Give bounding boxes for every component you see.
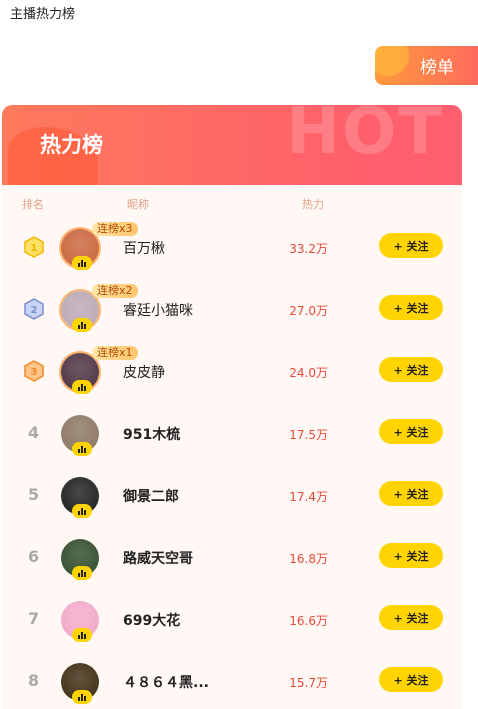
col-nickname: 昵称 bbox=[127, 198, 149, 211]
ranking-row: 2 连榜x2 睿廷小猫咪 27.0万 + 关注 bbox=[2, 281, 462, 343]
heat-value: 16.8万 bbox=[289, 552, 328, 566]
streamer-name: 699大花 bbox=[123, 613, 181, 629]
heat-value: 17.4万 bbox=[289, 490, 328, 504]
streamer-name: 路威天空哥 bbox=[123, 551, 193, 567]
live-bars-icon bbox=[72, 380, 92, 394]
live-bars-icon bbox=[72, 504, 92, 518]
hot-watermark: HOT bbox=[286, 105, 444, 169]
heat-value: 15.7万 bbox=[289, 676, 328, 690]
leaderboard-button[interactable]: 榜单 bbox=[375, 46, 478, 85]
column-headers: 排名 昵称 热力 bbox=[2, 185, 462, 219]
col-rank: 排名 bbox=[22, 198, 44, 211]
follow-button[interactable]: + 关注 bbox=[379, 419, 443, 444]
streamer-name: 皮皮静 bbox=[123, 365, 165, 381]
streamer-name: 951木梳 bbox=[123, 427, 181, 443]
ranking-row: 7 699大花 16.6万 + 关注 bbox=[2, 591, 462, 653]
follow-button[interactable]: + 关注 bbox=[379, 543, 443, 568]
ranking-row: 8 ４８６４黑... 15.7万 + 关注 bbox=[2, 653, 462, 709]
col-heat: 热力 bbox=[302, 198, 324, 211]
streamer-name: 百万楸 bbox=[123, 241, 165, 257]
live-bars-icon bbox=[72, 628, 92, 642]
rank-number: 8 bbox=[28, 671, 40, 690]
heat-ranking-panel: HOT 热力榜 排名 昵称 热力 1 连榜x3 百万楸 33.2万 + 关注 2… bbox=[2, 105, 462, 709]
ranking-row: 1 连榜x3 百万楸 33.2万 + 关注 bbox=[2, 219, 462, 281]
button-decoration bbox=[375, 46, 409, 76]
rank-medal-icon: 2 bbox=[24, 298, 44, 320]
rank-number: 6 bbox=[28, 547, 40, 566]
follow-button[interactable]: + 关注 bbox=[379, 605, 443, 630]
live-bars-icon bbox=[72, 318, 92, 332]
ranking-row: 4 951木梳 17.5万 + 关注 bbox=[2, 405, 462, 467]
page-title: 主播热力榜 bbox=[10, 7, 76, 22]
streamer-name: 睿廷小猫咪 bbox=[123, 303, 193, 319]
rank-number: 4 bbox=[28, 423, 40, 442]
follow-button[interactable]: + 关注 bbox=[379, 481, 443, 506]
streamer-name: 御景二郎 bbox=[123, 489, 179, 505]
leaderboard-button-label: 榜单 bbox=[420, 58, 454, 78]
panel-title: 热力榜 bbox=[40, 133, 103, 157]
rank-number: 5 bbox=[28, 485, 40, 504]
live-bars-icon bbox=[72, 566, 92, 580]
rank-medal-icon: 3 bbox=[24, 360, 44, 382]
streak-badge: 连榜x2 bbox=[92, 284, 138, 298]
follow-button[interactable]: + 关注 bbox=[379, 295, 443, 320]
rank-number: 7 bbox=[28, 609, 40, 628]
heat-value: 17.5万 bbox=[289, 428, 328, 442]
ranking-row: 5 御景二郎 17.4万 + 关注 bbox=[2, 467, 462, 529]
rank-medal-icon: 1 bbox=[24, 236, 44, 258]
heat-value: 24.0万 bbox=[289, 366, 328, 380]
ranking-row: 6 路威天空哥 16.8万 + 关注 bbox=[2, 529, 462, 591]
live-bars-icon bbox=[72, 442, 92, 456]
ranking-row: 3 连榜x1 皮皮静 24.0万 + 关注 bbox=[2, 343, 462, 405]
live-bars-icon bbox=[72, 690, 92, 704]
medal-rank-number: 2 bbox=[31, 305, 38, 316]
live-bars-icon bbox=[72, 256, 92, 270]
streak-badge: 连榜x3 bbox=[92, 222, 138, 236]
heat-value: 27.0万 bbox=[289, 304, 328, 318]
follow-button[interactable]: + 关注 bbox=[379, 233, 443, 258]
panel-header: HOT 热力榜 bbox=[2, 105, 462, 185]
follow-button[interactable]: + 关注 bbox=[379, 667, 443, 692]
medal-rank-number: 3 bbox=[31, 367, 38, 378]
follow-button[interactable]: + 关注 bbox=[379, 357, 443, 382]
streamer-name: ４８６４黑... bbox=[123, 675, 209, 691]
heat-value: 33.2万 bbox=[289, 242, 328, 256]
streak-badge: 连榜x1 bbox=[92, 346, 138, 360]
heat-value: 16.6万 bbox=[289, 614, 328, 628]
medal-rank-number: 1 bbox=[31, 243, 38, 254]
ranking-list: 1 连榜x3 百万楸 33.2万 + 关注 2 连榜x2 睿廷小猫咪 27.0万… bbox=[2, 219, 462, 709]
